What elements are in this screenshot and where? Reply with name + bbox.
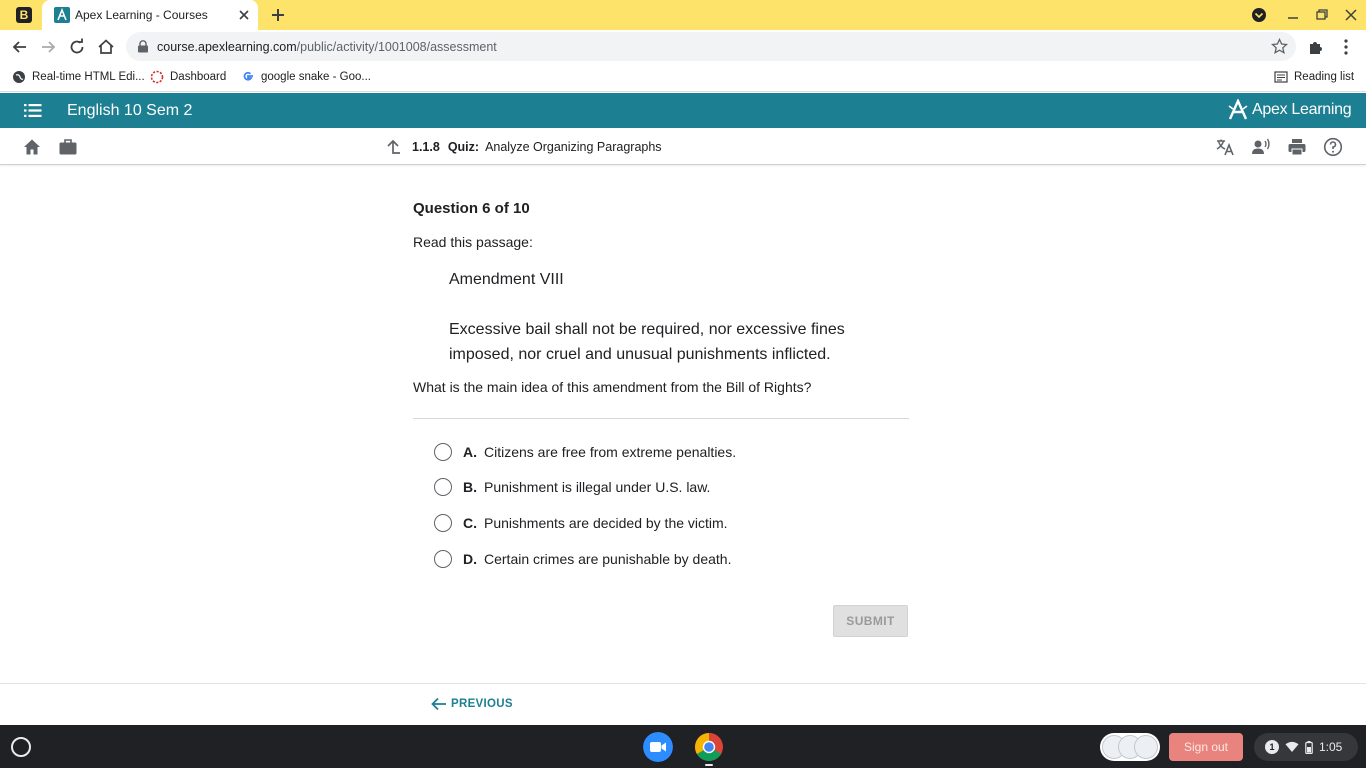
forward-arrow-icon[interactable] — [38, 37, 58, 57]
activity-name: Analyze Organizing Paragraphs — [485, 140, 662, 154]
chrome-menu-kebab-icon[interactable] — [1336, 37, 1356, 57]
activity-type: Quiz: — [447, 140, 480, 154]
apex-course-header: English 10 Sem 2 Apex Learning — [0, 93, 1366, 128]
sign-out-button[interactable]: Sign out — [1169, 733, 1243, 761]
url-path: /public/activity/1001008/assessment — [296, 40, 497, 54]
passage-body: Excessive bail shall not be required, no… — [449, 321, 845, 363]
browser-toolbar: course.apexlearning.com/public/activity/… — [0, 30, 1366, 63]
back-arrow-icon[interactable] — [10, 37, 30, 57]
submit-button[interactable]: SUBMIT — [833, 605, 908, 637]
option-text: Punishments are decided by the victim. — [484, 515, 728, 531]
reload-icon[interactable] — [67, 37, 87, 57]
bookmark-label: Dashboard — [170, 71, 227, 83]
list-menu-icon[interactable] — [24, 103, 42, 118]
lock-icon — [138, 40, 148, 53]
activity-breadcrumb: 1.1.8 Quiz: Analyze Organizing Paragraph… — [384, 138, 662, 156]
globe-icon — [13, 71, 25, 83]
course-title: English 10 Sem 2 — [67, 102, 193, 119]
footer-navigation: PREVIOUS — [0, 683, 1366, 725]
home-icon[interactable] — [22, 137, 42, 157]
avatar — [1134, 735, 1158, 759]
browser-tab-apex[interactable]: Apex Learning - Courses — [42, 0, 258, 30]
briefcase-icon[interactable] — [58, 137, 78, 157]
brand-name: Apex Learning — [1252, 101, 1352, 118]
close-tab-icon[interactable] — [235, 6, 253, 24]
apex-logo-icon — [1228, 99, 1248, 120]
chrome-app-icon[interactable] — [694, 732, 724, 762]
answer-option-a[interactable]: A. Citizens are free from extreme penalt… — [434, 442, 736, 462]
radio-button[interactable] — [434, 550, 452, 568]
address-bar[interactable]: course.apexlearning.com/public/activity/… — [126, 32, 1296, 61]
option-letter: C. — [463, 515, 477, 531]
profile-dropdown-icon[interactable] — [1250, 6, 1268, 24]
minimize-window-icon[interactable] — [1284, 6, 1302, 24]
activity-number: 1.1.8 — [412, 140, 440, 154]
option-letter: B. — [463, 479, 477, 495]
new-tab-plus-icon[interactable] — [268, 5, 288, 25]
option-text: Punishment is illegal under U.S. law. — [484, 479, 711, 495]
radio-button[interactable] — [434, 514, 452, 532]
passage-lead: Read this passage: — [413, 234, 533, 250]
arrow-left-icon — [431, 697, 446, 711]
divider — [413, 418, 909, 419]
account-avatars[interactable] — [1100, 733, 1160, 761]
tab-title: Apex Learning - Courses — [75, 8, 208, 22]
bookmark-star-icon[interactable] — [1271, 38, 1288, 55]
apex-favicon-icon — [54, 7, 70, 23]
bookmarks-bar: Real-time HTML Edi... Dashboard google s… — [0, 63, 1366, 92]
extensions-puzzle-icon[interactable] — [1306, 37, 1326, 57]
url-domain: course.apexlearning.com — [157, 40, 297, 54]
answer-option-d[interactable]: D. Certain crimes are punishable by deat… — [434, 549, 731, 569]
help-icon[interactable] — [1323, 137, 1343, 157]
reading-list-icon — [1274, 71, 1288, 83]
url-text[interactable]: course.apexlearning.com/public/activity/… — [157, 40, 497, 54]
option-letter: D. — [463, 551, 477, 567]
browser-tab-strip: B Apex Learning - Courses — [0, 0, 1366, 30]
reading-list-label: Reading list — [1294, 71, 1355, 83]
reading-list-button[interactable]: Reading list — [1274, 69, 1354, 85]
answer-option-c[interactable]: C. Punishments are decided by the victim… — [434, 513, 728, 533]
restore-window-icon[interactable] — [1313, 6, 1331, 24]
status-tray[interactable]: 1 1:05 — [1254, 733, 1358, 761]
radio-button[interactable] — [434, 478, 452, 496]
up-level-arrow-icon[interactable] — [384, 138, 402, 156]
bookmark-dashboard[interactable]: Dashboard — [150, 69, 226, 85]
question-panel: Question 6 of 10 Read this passage: Amen… — [413, 200, 909, 637]
bookmark-label: google snake - Goo... — [261, 71, 371, 83]
bookmark-html-editor[interactable]: Real-time HTML Edi... — [12, 69, 145, 85]
battery-icon — [1305, 740, 1313, 754]
bookmark-google-snake[interactable]: google snake - Goo... — [241, 69, 371, 85]
question-number: Question 6 of 10 — [413, 200, 530, 217]
text-to-speech-icon[interactable] — [1251, 137, 1271, 157]
notification-count: 1 — [1265, 740, 1279, 754]
passage-title: Amendment VIII — [449, 271, 564, 288]
google-g-icon — [243, 71, 253, 81]
os-shelf: Sign out 1 1:05 — [0, 725, 1366, 768]
running-app-indicator — [705, 764, 713, 766]
passage: Amendment VIII Excessive bail shall not … — [449, 267, 909, 367]
zoom-app-icon[interactable] — [643, 732, 673, 762]
previous-label: PREVIOUS — [451, 698, 513, 710]
close-window-icon[interactable] — [1342, 6, 1360, 24]
home-icon[interactable] — [96, 37, 116, 57]
launcher-circle-icon[interactable] — [11, 737, 31, 757]
apex-learning-logo: Apex Learning — [1228, 99, 1352, 121]
option-text: Certain crimes are punishable by death. — [484, 551, 732, 567]
bookmark-label: Real-time HTML Edi... — [32, 71, 145, 83]
wifi-icon — [1285, 741, 1299, 752]
option-letter: A. — [463, 444, 477, 460]
previous-button[interactable]: PREVIOUS — [431, 697, 513, 711]
app-badge-icon[interactable]: B — [16, 7, 32, 23]
question-prompt: What is the main idea of this amendment … — [413, 379, 812, 395]
translate-icon[interactable] — [1215, 137, 1235, 157]
print-icon[interactable] — [1287, 137, 1307, 157]
clock: 1:05 — [1319, 740, 1343, 754]
dashboard-ring-icon — [150, 70, 164, 84]
answer-option-b[interactable]: B. Punishment is illegal under U.S. law. — [434, 477, 710, 497]
radio-button[interactable] — [434, 443, 452, 461]
activity-toolbar: 1.1.8 Quiz: Analyze Organizing Paragraph… — [0, 128, 1366, 165]
option-text: Citizens are free from extreme penalties… — [484, 444, 737, 460]
